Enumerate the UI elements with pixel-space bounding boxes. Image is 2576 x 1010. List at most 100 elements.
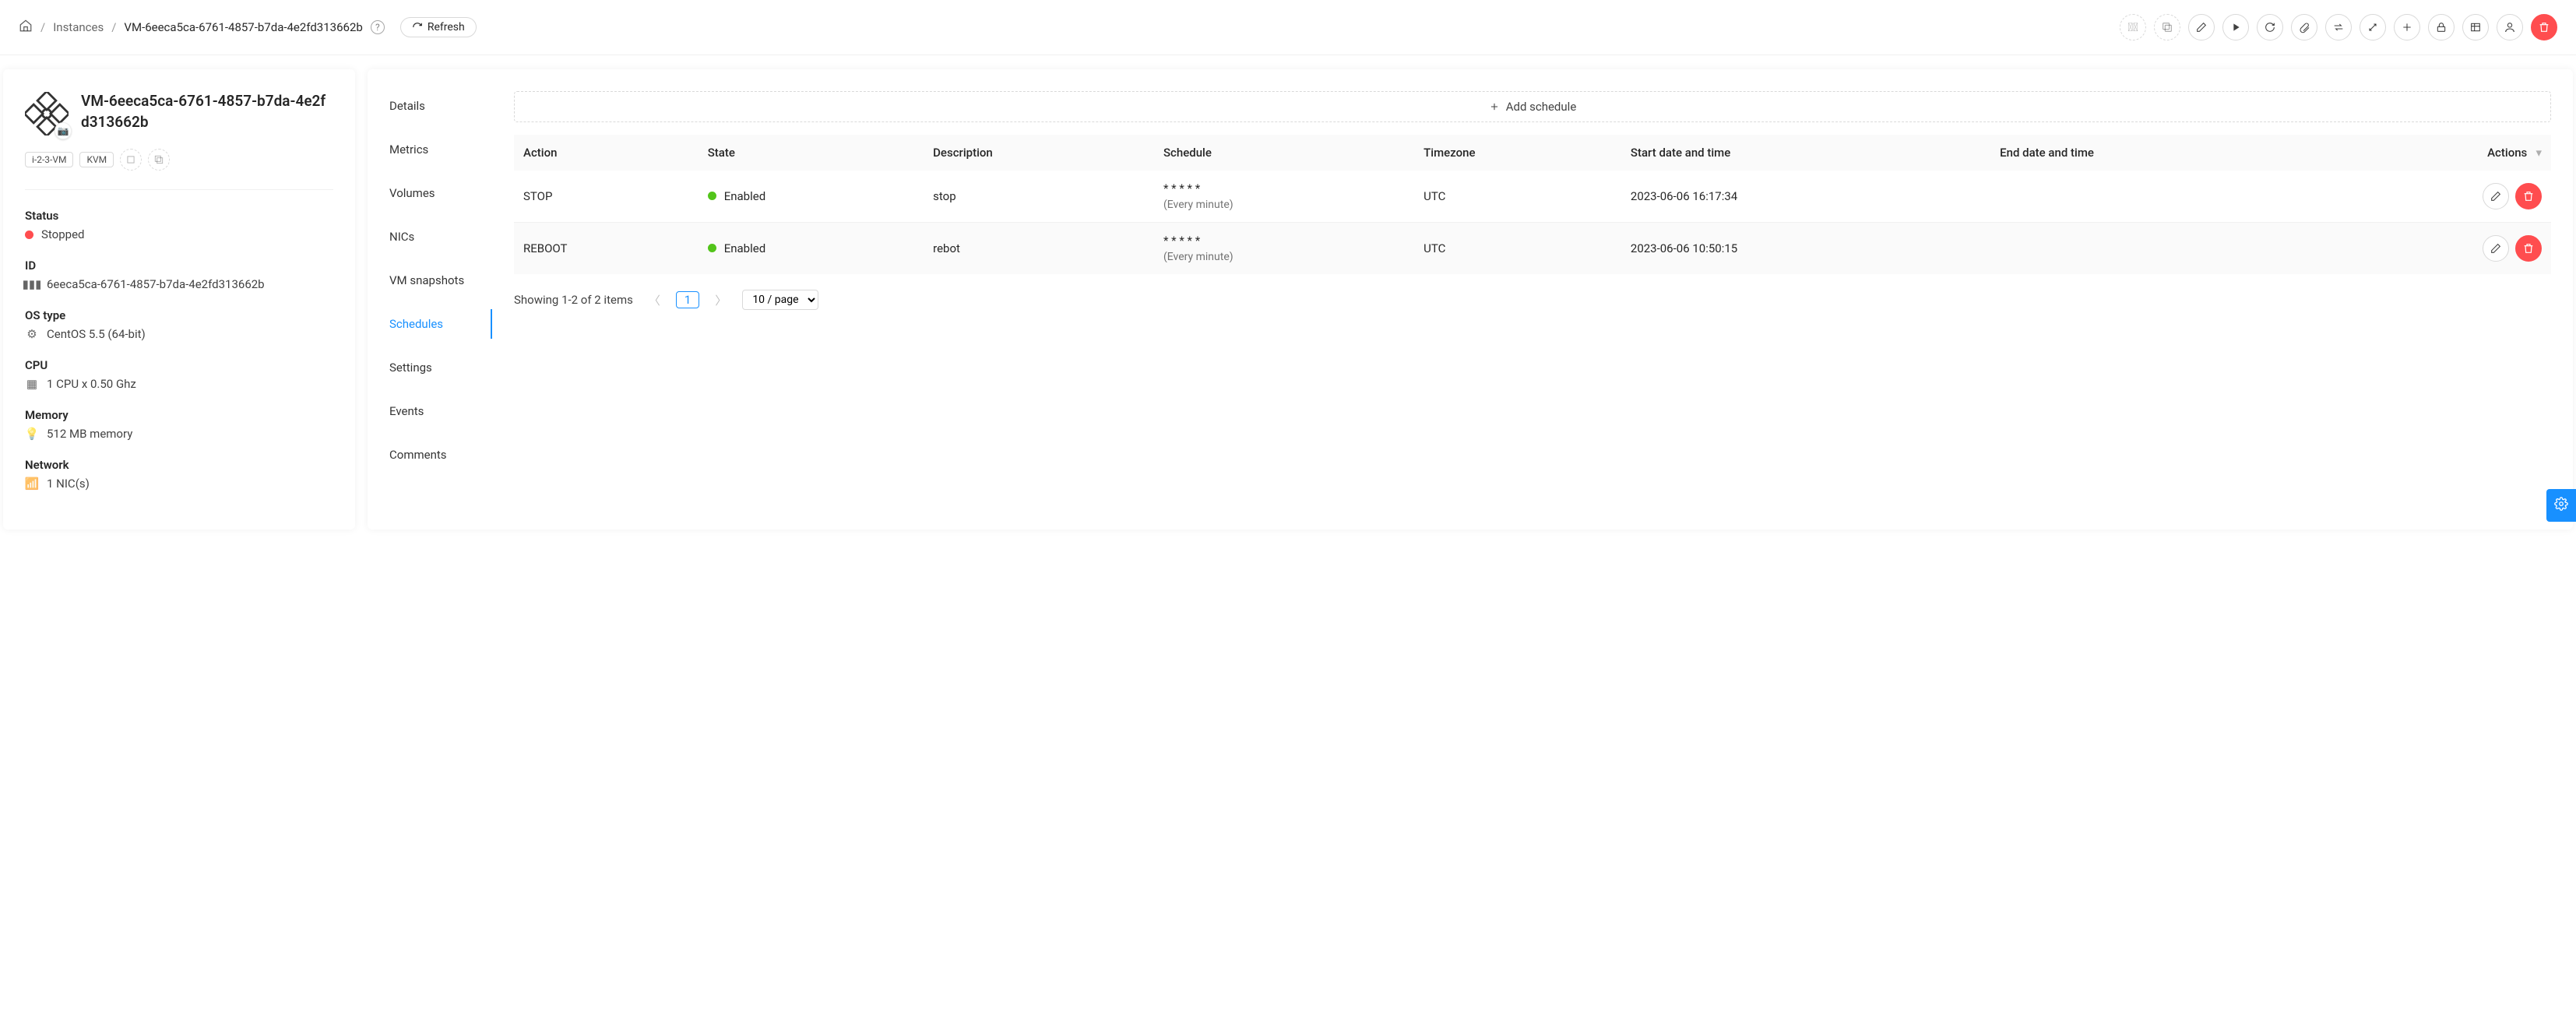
breadcrumb-sep: / [111, 20, 116, 34]
cell-timezone: UTC [1414, 171, 1621, 223]
status-dot-icon [708, 244, 716, 252]
vm-info-card: 📷 VM-6eeca5ca-6761-4857-b7da-4e2fd313662… [3, 69, 355, 530]
offering-tag: i-2-3-VM [25, 152, 73, 167]
lock-icon[interactable] [2428, 14, 2455, 40]
filter-icon[interactable]: ▾ [2536, 146, 2542, 160]
col-schedule: Schedule [1154, 135, 1414, 171]
edit-schedule-button[interactable] [2483, 235, 2509, 262]
table-icon[interactable] [2462, 14, 2489, 40]
col-actions: Actions [2487, 146, 2527, 160]
cell-state: Enabled [699, 171, 924, 223]
memory-value: 512 MB memory [47, 427, 132, 441]
edit-icon[interactable] [2188, 14, 2215, 40]
pager-pagesize[interactable]: 10 / page [742, 290, 818, 310]
swap-icon[interactable] [2325, 14, 2352, 40]
hypervisor-tag: KVM [79, 152, 114, 167]
id-value: 6eeca5ca-6761-4857-b7da-4e2fd313662b [47, 277, 265, 291]
plus-icon [1489, 101, 1500, 112]
pager-summary: Showing 1-2 of 2 items [514, 293, 633, 307]
network-label: Network [25, 458, 333, 472]
tab-settings[interactable]: Settings [368, 353, 492, 382]
table-row: REBOOT Enabled rebot * * * * *(Every min… [514, 223, 2551, 275]
schedules-pane: Add schedule Action State Description Sc… [492, 69, 2573, 530]
cell-description: rebot [924, 223, 1154, 275]
status-label: Status [25, 209, 333, 223]
breadcrumb: / Instances / VM-6eeca5ca-6761-4857-b7da… [19, 17, 477, 37]
barcode-icon: ▮▮▮ [25, 277, 39, 291]
col-description: Description [924, 135, 1154, 171]
cell-action: REBOOT [514, 223, 699, 275]
col-action: Action [514, 135, 699, 171]
tab-vm-snapshots[interactable]: VM snapshots [368, 266, 492, 295]
cell-action: STOP [514, 171, 699, 223]
os-logo: 📷 [25, 91, 69, 136]
attach-icon[interactable] [2291, 14, 2317, 40]
tab-volumes[interactable]: Volumes [368, 178, 492, 208]
sync-icon[interactable] [2257, 14, 2283, 40]
user-icon[interactable] [2497, 14, 2523, 40]
tag-action-2[interactable] [148, 149, 170, 171]
pager-prev[interactable]: 〈 [644, 292, 665, 308]
pager: Showing 1-2 of 2 items 〈 1 〉 10 / page [514, 290, 2551, 310]
add-schedule-label: Add schedule [1506, 100, 1577, 114]
delete-icon[interactable] [2531, 14, 2557, 40]
col-timezone: Timezone [1414, 135, 1621, 171]
breadcrumb-sep: / [40, 20, 45, 34]
cell-start: 2023-06-06 10:50:15 [1621, 223, 1990, 275]
cpu-value: 1 CPU x 0.50 Ghz [47, 377, 136, 391]
breadcrumb-instances[interactable]: Instances [53, 20, 104, 34]
bulb-icon: 💡 [25, 427, 39, 441]
delete-schedule-button[interactable] [2515, 235, 2542, 262]
status-dot-icon [25, 231, 33, 239]
help-icon[interactable]: ? [371, 20, 385, 34]
status-value: Stopped [41, 227, 84, 241]
wifi-icon: 📶 [25, 477, 39, 491]
home-icon[interactable] [19, 19, 33, 36]
status-dot-icon [708, 192, 716, 200]
tab-schedules[interactable]: Schedules [368, 309, 492, 339]
edit-schedule-button[interactable] [2483, 183, 2509, 209]
add-schedule-button[interactable]: Add schedule [514, 91, 2551, 122]
camera-icon[interactable]: 📷 [55, 122, 72, 139]
tab-details[interactable]: Details [368, 91, 492, 121]
floating-settings-button[interactable] [2546, 489, 2576, 522]
col-end: End date and time [1990, 135, 2322, 171]
refresh-button[interactable]: Refresh [400, 17, 477, 37]
breadcrumb-current: VM-6eeca5ca-6761-4857-b7da-4e2fd313662b [124, 20, 362, 34]
refresh-icon [412, 22, 423, 33]
memory-label: Memory [25, 408, 333, 422]
detail-panel: Details Metrics Volumes NICs VM snapshot… [368, 69, 2573, 530]
tabs: Details Metrics Volumes NICs VM snapshot… [368, 69, 492, 530]
delete-schedule-button[interactable] [2515, 183, 2542, 209]
col-state: State [699, 135, 924, 171]
cell-schedule: * * * * *(Every minute) [1154, 223, 1414, 275]
cell-end [1990, 171, 2322, 223]
grid-icon: ▦ [25, 377, 39, 391]
os-value: CentOS 5.5 (64-bit) [47, 327, 146, 341]
pager-next[interactable]: 〉 [710, 292, 731, 308]
refresh-label: Refresh [428, 21, 465, 33]
play-icon[interactable] [2222, 14, 2249, 40]
cpu-label: CPU [25, 358, 333, 372]
gear-icon [2554, 497, 2568, 511]
tag-action-1[interactable] [120, 149, 142, 171]
cell-state: Enabled [699, 223, 924, 275]
tab-comments[interactable]: Comments [368, 440, 492, 470]
tab-nics[interactable]: NICs [368, 222, 492, 252]
table-row: STOP Enabled stop * * * * *(Every minute… [514, 171, 2551, 223]
cell-start: 2023-06-06 16:17:34 [1621, 171, 1990, 223]
tab-events[interactable]: Events [368, 396, 492, 426]
network-value: 1 NIC(s) [47, 477, 90, 491]
console-icon[interactable]: ▶⃞ [2120, 14, 2146, 40]
id-label: ID [25, 259, 333, 273]
scale-icon[interactable] [2360, 14, 2386, 40]
copy-icon[interactable] [2154, 14, 2180, 40]
cell-timezone: UTC [1414, 223, 1621, 275]
vm-title: VM-6eeca5ca-6761-4857-b7da-4e2fd313662b [81, 91, 333, 132]
tab-metrics[interactable]: Metrics [368, 135, 492, 164]
cell-schedule: * * * * *(Every minute) [1154, 171, 1414, 223]
plus-icon[interactable] [2394, 14, 2420, 40]
action-toolbar: ▶⃞ [2120, 14, 2557, 40]
pager-page[interactable]: 1 [676, 291, 699, 308]
os-label: OS type [25, 308, 333, 322]
